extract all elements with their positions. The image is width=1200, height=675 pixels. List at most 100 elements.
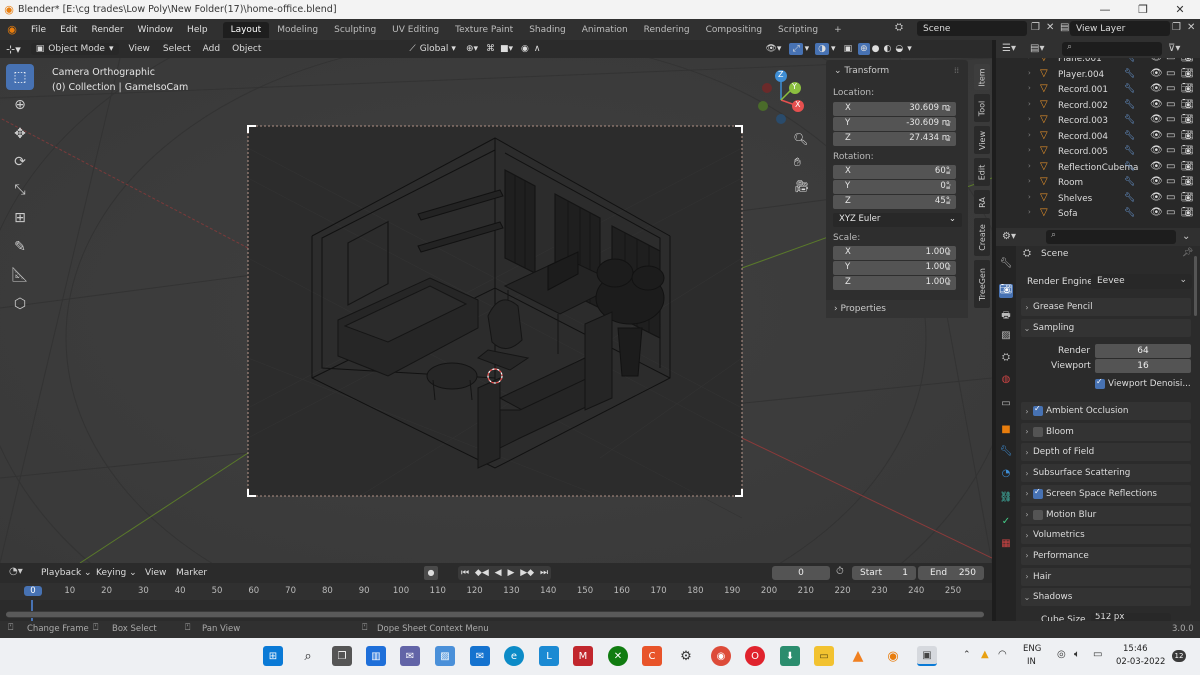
camera-render-icon[interactable]: 📷︎ (1181, 99, 1194, 110)
add-workspace-button[interactable]: + (826, 22, 850, 38)
modifier-tab-icon[interactable]: 🔧︎ (999, 446, 1013, 460)
scene-selector[interactable]: Scene (917, 21, 1027, 36)
chevron-right-icon[interactable]: › (1028, 208, 1031, 216)
chevron-up-icon[interactable]: ⌃ (963, 650, 971, 660)
tab-tool[interactable]: Tool (974, 94, 990, 122)
overlay-toggle-icon[interactable]: ◑ (815, 43, 830, 55)
eye-icon[interactable]: 👁︎ (1150, 145, 1163, 156)
constraints-tab-icon[interactable]: ⛓ (999, 492, 1013, 506)
lock-icon[interactable]: 🔓︎ (946, 119, 951, 129)
camera-render-icon[interactable]: 📷︎ (1181, 145, 1194, 156)
teams-chat-icon[interactable]: ✉ (400, 646, 420, 666)
vlc-icon[interactable]: ▲ (848, 646, 868, 666)
editor-type-icon[interactable]: ⊹▾ (6, 43, 21, 56)
outliner-row[interactable]: › ▽ Record.003 🔧︎ 👁︎ ▭ 📷︎ (996, 114, 1200, 130)
settings-gear-icon[interactable]: ⚙ (676, 646, 696, 666)
outliner-row[interactable]: › ▽ Room 🔧︎ 👁︎ ▭ 📷︎ (996, 176, 1200, 192)
monitor-icon[interactable]: ▭ (1166, 176, 1175, 187)
close-button[interactable]: ✕ (1162, 0, 1198, 19)
blender-menu-icon[interactable]: ◉ (0, 23, 24, 36)
record-icon[interactable]: ● (424, 566, 438, 580)
vlc-tray-icon[interactable]: ▲ (981, 649, 989, 660)
widgets-icon[interactable]: ▥ (366, 646, 386, 666)
frame-ruler[interactable]: 0 10 20 30 40 50 60 70 80 90 100 110 120 130 140 150 160… (0, 583, 992, 600)
clock-time[interactable]: 15:46 (1123, 644, 1148, 654)
edge-browser-icon[interactable]: e (504, 646, 524, 666)
outliner-item-name[interactable]: Player.004 (1058, 70, 1104, 80)
chrome-icon[interactable]: ◉ (711, 646, 731, 666)
tab-treegen[interactable]: TreeGen (974, 260, 990, 308)
display-mode-icon[interactable]: ▤▾ (1030, 43, 1044, 54)
chevron-right-icon[interactable]: › (1028, 100, 1031, 108)
outliner-row[interactable]: › ▽ Record.005 🔧︎ 👁︎ ▭ 📷︎ (996, 145, 1200, 161)
menu-file[interactable]: File (24, 25, 53, 35)
properties-search-input[interactable]: ⌕ (1046, 230, 1176, 244)
render-samples-field[interactable]: 64 (1095, 344, 1191, 358)
jump-start-icon[interactable]: ⏮ (461, 568, 469, 578)
outliner-search-input[interactable]: ⌕ (1062, 42, 1162, 56)
scale-y-field[interactable]: Y 1.000 (833, 261, 956, 275)
task-view-icon[interactable]: ❐ (332, 646, 352, 666)
outliner-row[interactable]: › ▽ Record.004 🔧︎ 👁︎ ▭ 📷︎ (996, 130, 1200, 146)
camera-render-icon[interactable]: 📷︎ (1181, 176, 1194, 187)
camera-render-icon[interactable]: 📷︎ (1181, 192, 1194, 203)
file-explorer-icon[interactable]: ▭ (814, 646, 834, 666)
sampling-panel[interactable]: ⌄ Sampling (1021, 319, 1191, 337)
lock-icon[interactable]: 🔓︎ (946, 197, 951, 207)
camera-view-icon[interactable]: 🎥︎ (794, 179, 809, 193)
collection-tab-icon[interactable]: ▭ (999, 398, 1013, 412)
stopwatch-icon[interactable]: ⏱ (836, 566, 844, 577)
subsurface-scattering-panel[interactable]: › Subsurface Scattering (1021, 464, 1191, 483)
location-x-field[interactable]: X 30.609 m (833, 102, 956, 116)
tab-sculpting[interactable]: Sculpting (326, 22, 384, 38)
outliner-item-name[interactable]: Record.002 (1058, 101, 1108, 111)
eye-icon[interactable]: 👁︎ (1150, 130, 1163, 141)
physics-tab-icon[interactable]: ◔ (999, 468, 1013, 482)
lock-icon[interactable]: 🔓︎ (946, 182, 951, 192)
eye-icon[interactable]: 👁︎ (1150, 114, 1163, 125)
start-frame-field[interactable]: Start 1 (852, 566, 916, 580)
menu-render[interactable]: Render (85, 25, 131, 35)
viewport-menu-view[interactable]: View (129, 44, 150, 54)
monitor-icon[interactable]: ▭ (1166, 83, 1175, 94)
region-code[interactable]: IN (1027, 657, 1036, 667)
material-tab-icon[interactable]: ▦ (999, 538, 1013, 552)
outliner-row[interactable]: › ▽ Shelves 🔧︎ 👁︎ ▭ 📷︎ (996, 192, 1200, 208)
tab-compositing[interactable]: Compositing (698, 22, 770, 38)
timeline-scrollbar[interactable] (6, 611, 984, 618)
rotation-mode-dropdown[interactable]: XYZ Euler ⌄ (833, 213, 962, 227)
jump-end-icon[interactable]: ⏭ (540, 568, 548, 578)
mcafee-icon[interactable]: M (573, 646, 593, 666)
tab-modeling[interactable]: Modeling (269, 22, 326, 38)
annotate-icon[interactable]: ✎ (6, 234, 34, 260)
remove-view-layer-icon[interactable]: ✕ (1187, 22, 1195, 33)
camera-render-icon[interactable]: 📷︎ (1181, 58, 1194, 63)
output-tab-icon[interactable]: 🖶︎ (999, 308, 1013, 322)
lock-icon[interactable]: 🔓︎ (946, 104, 951, 114)
new-view-layer-icon[interactable]: ❐ (1172, 22, 1181, 33)
editor-type-icon[interactable]: ◔▾ (9, 566, 23, 577)
render-tab-icon[interactable]: 📷︎ (999, 284, 1013, 298)
properties-scrollbar[interactable] (1194, 246, 1198, 622)
location-y-field[interactable]: Y -30.609 m (833, 117, 956, 131)
orientation-dropdown[interactable]: ⟋ Global ▾ (409, 44, 456, 54)
volumetrics-panel[interactable]: › Volumetrics (1021, 526, 1191, 545)
tray-app-icon[interactable]: ◠ (998, 649, 1007, 660)
material-shading-icon[interactable]: ◐ (883, 44, 891, 54)
wireframe-shading-icon[interactable]: ⊕ (858, 43, 870, 55)
photos-icon[interactable]: ▨ (435, 646, 455, 666)
monitor-icon[interactable]: ▭ (1166, 207, 1175, 218)
outliner-item-name[interactable]: Record.004 (1058, 132, 1108, 142)
play-icon[interactable]: ▶ (507, 568, 514, 578)
minimize-button[interactable]: — (1087, 0, 1123, 19)
chevron-right-icon[interactable]: › (1028, 131, 1031, 139)
shadows-panel[interactable]: ⌄ Shadows (1021, 588, 1191, 606)
timeline-menu-view[interactable]: View (145, 568, 166, 578)
outliner-item-name[interactable]: Record.005 (1058, 147, 1108, 157)
clock-date[interactable]: 02-03-2022 (1116, 657, 1165, 667)
pan-hand-icon[interactable]: ✋︎ (794, 155, 801, 170)
overlay-dropdown-icon[interactable]: ▾ (831, 44, 836, 54)
timeline-menu-marker[interactable]: Marker (176, 568, 207, 578)
monitor-icon[interactable]: ▭ (1166, 145, 1175, 156)
play-reverse-icon[interactable]: ◀ (495, 568, 502, 578)
